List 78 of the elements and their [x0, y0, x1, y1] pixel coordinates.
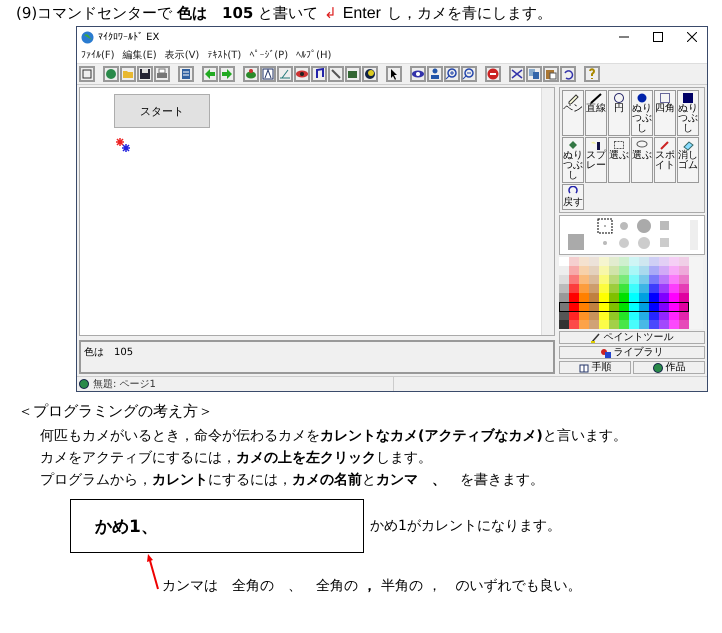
key-label: Enter [342, 5, 381, 23]
disk-icon[interactable] [137, 66, 153, 82]
paint-tool-button[interactable]: 選ぶ [631, 137, 653, 183]
menu-item[interactable]: ﾍﾟｰｼﾞ(P) [249, 49, 288, 61]
undo-icon[interactable] [560, 66, 576, 82]
paint-tool-button[interactable]: 直線 [585, 90, 607, 136]
sprite-icon[interactable] [116, 138, 124, 146]
filled-square-icon [682, 92, 694, 104]
paint-tool-button[interactable]: 消しゴム [677, 137, 699, 183]
note-text: カンマは 全角の 、 全角の ， 半角の ， のいずれでも良い。 [162, 577, 582, 595]
globe-icon [652, 362, 662, 372]
paragraph: プログラムから，カレントにするには，カメの名前とカンマ 、 を書きます。 [40, 471, 545, 490]
zoom-out-icon[interactable] [461, 66, 477, 82]
maximize-icon[interactable] [653, 32, 663, 42]
nav-button[interactable]: 手順 [559, 361, 631, 374]
paint-tool-button[interactable]: 選ぶ [608, 137, 630, 183]
window-icon[interactable] [79, 66, 95, 82]
globe-icon [81, 30, 94, 44]
paint-tool-button[interactable]: ぬりつぶし [677, 90, 699, 136]
globe-icon [79, 379, 89, 389]
stop-icon[interactable] [485, 66, 501, 82]
arrow [146, 553, 160, 591]
window-title: ﾏｲｸﾛﾜｰﾙﾄﾞ EX [98, 31, 160, 43]
shapes-icon [600, 348, 610, 358]
paragraph: カメをアクティブにするには，カメの上を左クリックします。 [40, 449, 433, 468]
paint-tool-button[interactable]: 四角 [654, 90, 676, 136]
selection-icon [613, 139, 625, 151]
eye-icon[interactable] [294, 66, 310, 82]
section-title: ＜プログラミングの考え方＞ [18, 402, 214, 421]
menu-item[interactable]: ﾃｷｽﾄ(T) [207, 49, 242, 61]
brush-icon [590, 332, 600, 342]
panel-button[interactable]: ライブラリ [559, 346, 705, 359]
close-icon[interactable] [687, 32, 697, 42]
menu-item[interactable]: 表示(V) [164, 48, 200, 62]
circle-icon [613, 92, 625, 104]
filled-circle-icon [636, 92, 648, 104]
square-icon [659, 92, 671, 104]
paint-tool-button[interactable]: ぬりつぶし [631, 90, 653, 136]
enter-symbol: ↲ [324, 4, 337, 22]
scrollbar[interactable] [541, 88, 554, 335]
pointer-icon[interactable] [386, 66, 402, 82]
menu-item[interactable]: ﾍﾙﾌﾟ(H) [296, 49, 332, 61]
zoom-in-icon[interactable] [444, 66, 460, 82]
paint-tool-button[interactable]: スプレー [585, 137, 607, 183]
printer-icon[interactable] [154, 66, 170, 82]
eye-icon[interactable] [410, 66, 426, 82]
caption-text: かめ1がカレントになります。 [370, 517, 561, 535]
paragraph: 何匹もカメがいるとき，命令が伝わるカメをカレントなカメ(アクティブなカメ)と言います。 [40, 427, 628, 446]
paint-tool-button[interactable]: ペン [562, 90, 584, 136]
start-button[interactable]: スタート [114, 94, 210, 128]
paste-icon[interactable] [543, 66, 559, 82]
paint-tool-button[interactable]: 戻す [562, 184, 584, 210]
menu-item[interactable]: 編集(E) [122, 48, 157, 62]
paint-tool-button[interactable]: 円 [608, 90, 630, 136]
menu-item[interactable]: ﾌｧｲﾙ(F) [81, 49, 115, 61]
book-icon [578, 362, 588, 372]
paint-tool-button[interactable]: ぬりつぶし [562, 137, 584, 183]
list-icon[interactable] [178, 66, 194, 82]
person-icon[interactable] [427, 66, 443, 82]
turtle-icon[interactable] [243, 66, 259, 82]
status-text: 無題: ページ1 [93, 377, 394, 391]
heading-text: (9)コマンドセンターで 色は 105 と書いて [16, 4, 318, 23]
sprite-icon[interactable] [122, 144, 130, 152]
left-arrow-icon[interactable] [202, 66, 218, 82]
globe-icon[interactable] [103, 66, 119, 82]
code-example: かめ1、 [70, 499, 364, 553]
question-mark-icon[interactable] [584, 66, 600, 82]
paint-tool-button[interactable]: スポイト [654, 137, 676, 183]
pencil-icon [567, 92, 579, 104]
panel-button[interactable]: ペイントツール [559, 331, 705, 344]
copy-icon[interactable] [526, 66, 542, 82]
line-icon [590, 92, 602, 104]
heading-text: し，カメを青にします。 [386, 4, 552, 23]
text-icon[interactable] [260, 66, 276, 82]
nav-button[interactable]: 作品 [633, 361, 705, 374]
eraser-icon [682, 139, 694, 151]
right-arrow-icon[interactable] [219, 66, 235, 82]
command-field[interactable]: 色は 105 [79, 340, 555, 374]
